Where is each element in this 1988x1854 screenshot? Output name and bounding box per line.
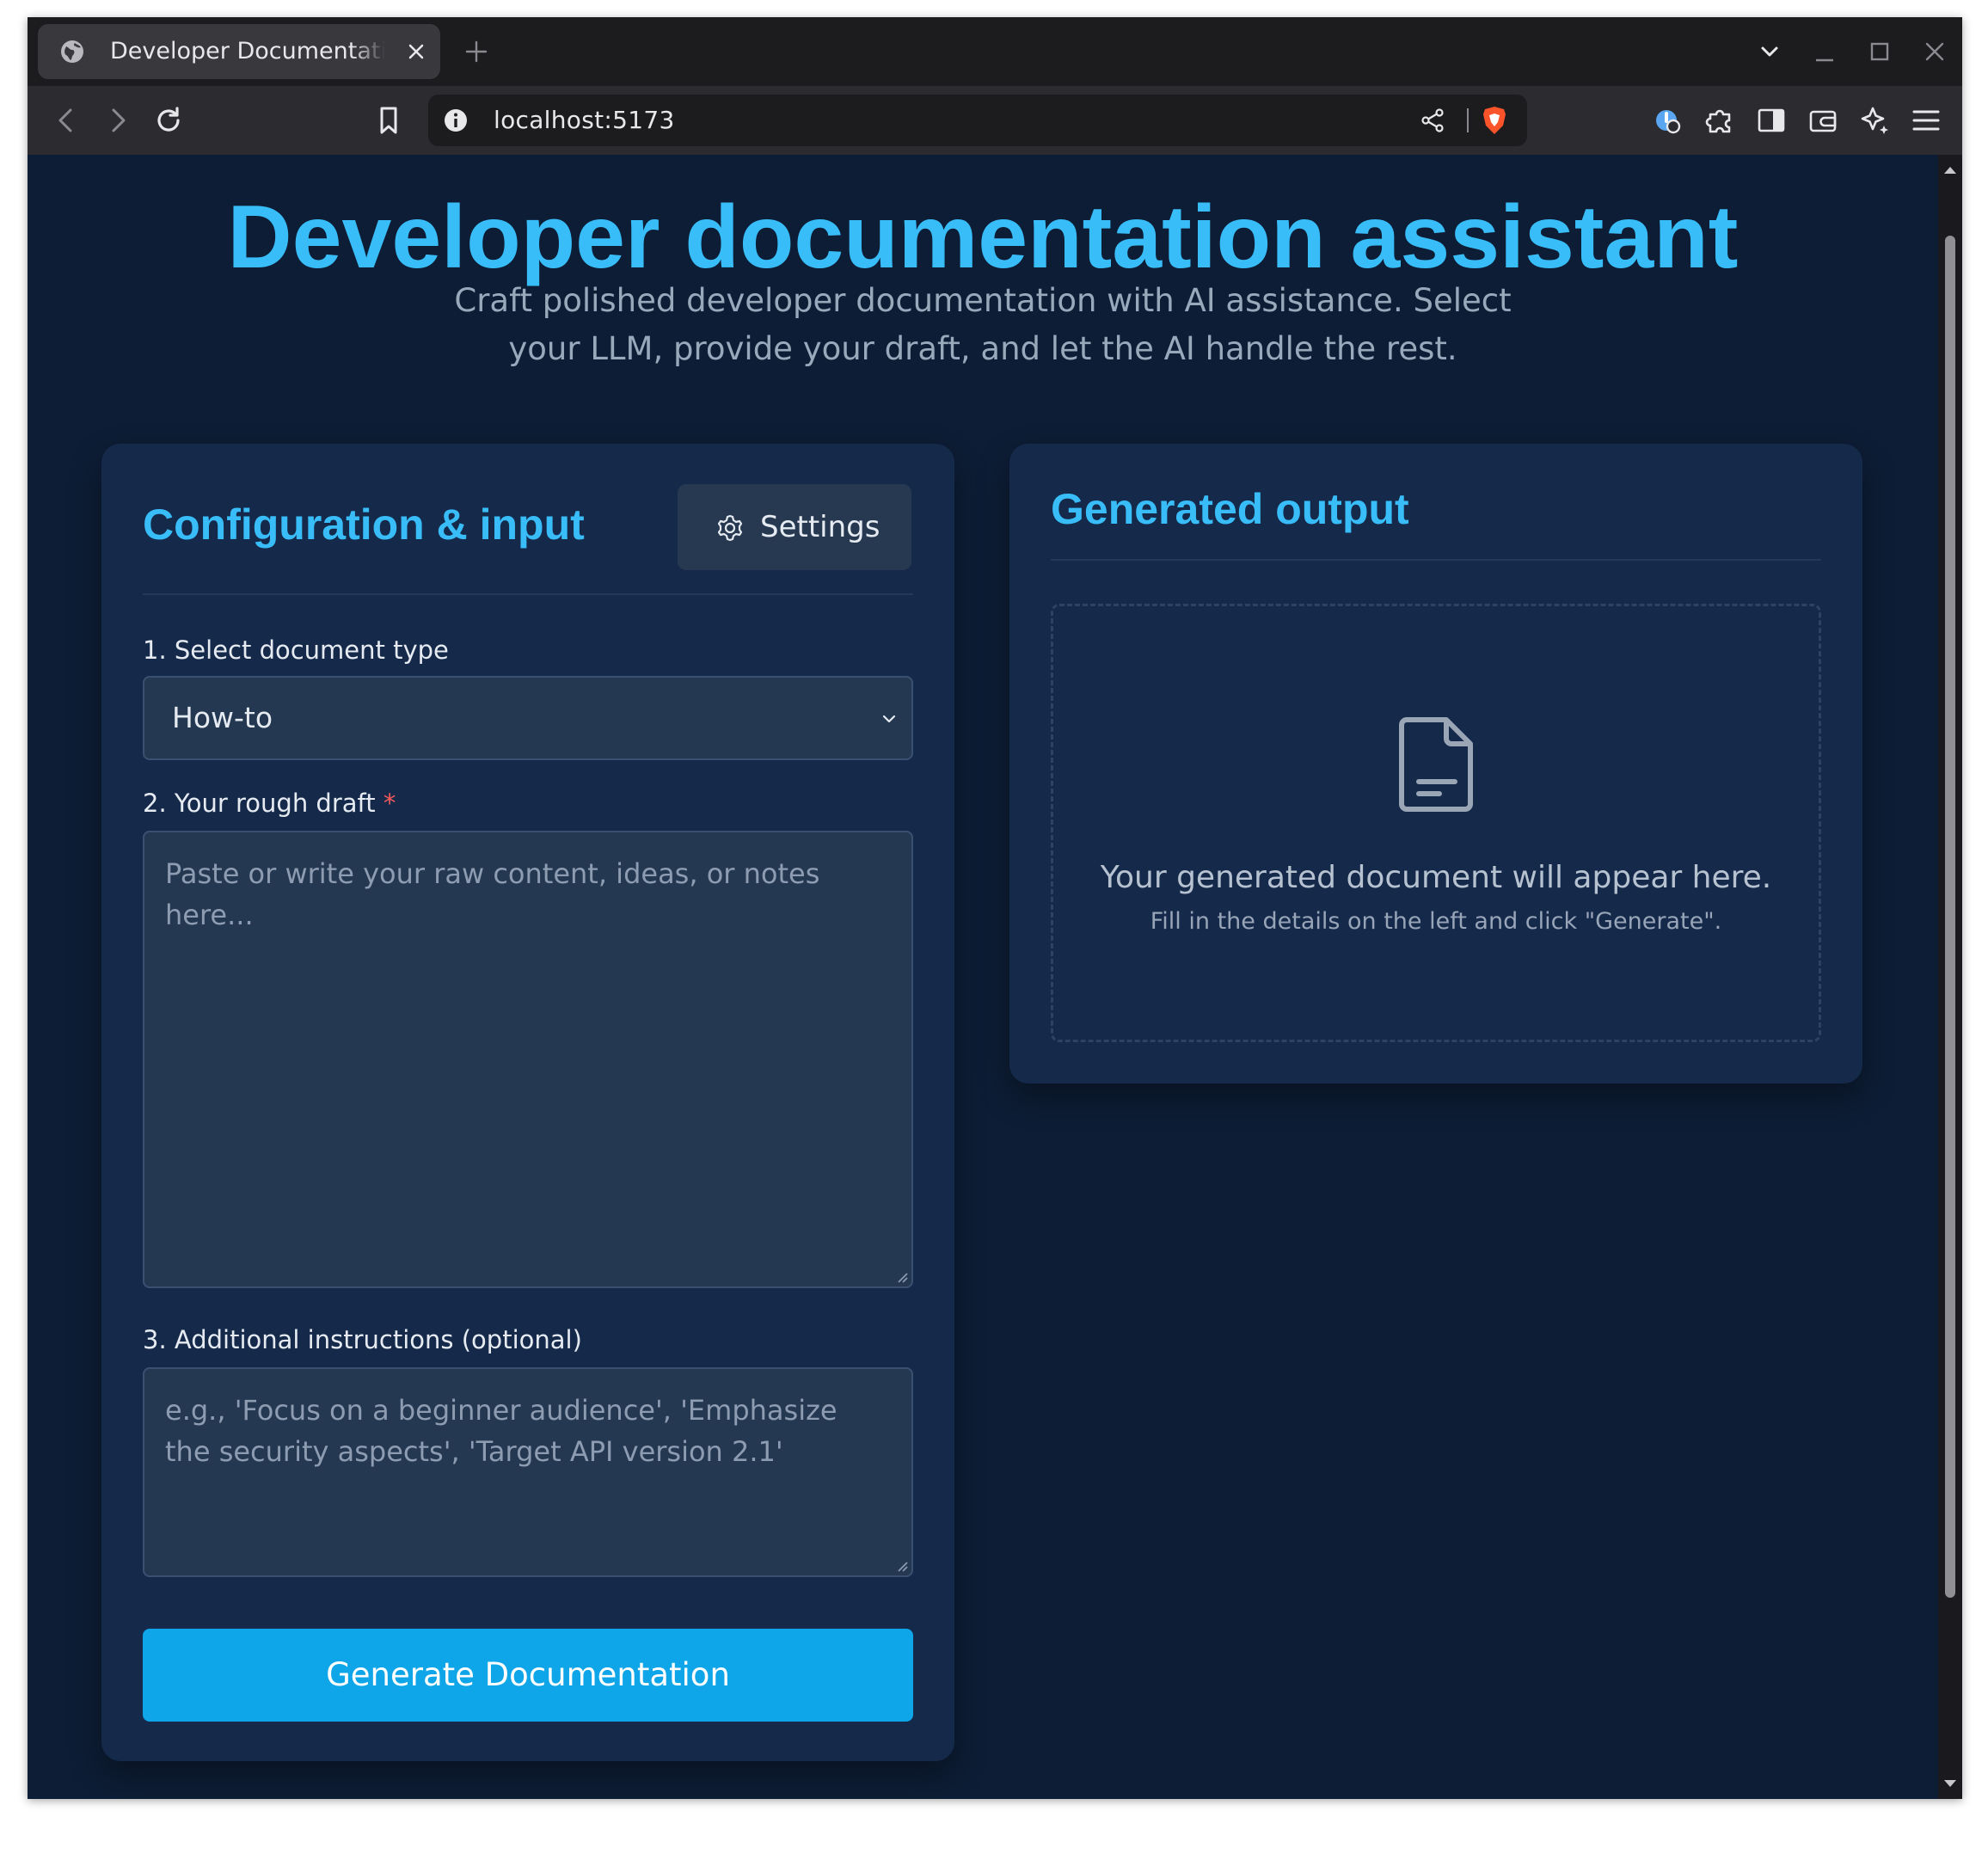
output-empty-message: Your generated document will appear here… bbox=[1100, 860, 1772, 895]
browser-toolbar: localhost:5173 bbox=[28, 86, 1962, 155]
leo-icon[interactable] bbox=[1857, 103, 1892, 138]
address-bar[interactable]: localhost:5173 bbox=[428, 95, 1527, 146]
required-marker: * bbox=[383, 789, 396, 818]
instructions-label: 3. Additional instructions (optional) bbox=[143, 1325, 582, 1354]
gear-icon bbox=[717, 514, 743, 542]
menu-icon[interactable] bbox=[1909, 103, 1943, 138]
url-text: localhost:5173 bbox=[494, 106, 675, 134]
brave-shield-icon[interactable] bbox=[1477, 103, 1512, 138]
sidebar-icon[interactable] bbox=[1754, 103, 1789, 138]
instructions-textarea[interactable]: e.g., 'Focus on a beginner audience', 'E… bbox=[143, 1367, 913, 1577]
reload-icon[interactable] bbox=[151, 103, 186, 138]
puzzle-icon[interactable] bbox=[1703, 103, 1737, 138]
generate-button[interactable]: Generate Documentation bbox=[143, 1629, 913, 1722]
minimize-icon[interactable] bbox=[1811, 38, 1838, 65]
generate-label: Generate Documentation bbox=[326, 1656, 730, 1693]
share-icon[interactable] bbox=[1419, 107, 1446, 134]
doc-type-select[interactable]: How-to bbox=[143, 676, 913, 760]
bookmark-icon[interactable] bbox=[371, 103, 406, 138]
draft-textarea[interactable]: Paste or write your raw content, ideas, … bbox=[143, 831, 913, 1288]
page-content: Developer documentation assistant Craft … bbox=[28, 155, 1938, 1799]
configuration-card: Configuration & input Settings 1. Select… bbox=[101, 444, 954, 1761]
page-title: Developer documentation assistant bbox=[227, 187, 1739, 287]
draft-placeholder: Paste or write your raw content, ideas, … bbox=[165, 857, 820, 931]
settings-label: Settings bbox=[760, 510, 880, 544]
chevron-down-icon[interactable] bbox=[1756, 38, 1783, 65]
doc-type-value: How-to bbox=[172, 701, 273, 734]
close-icon[interactable] bbox=[406, 41, 426, 62]
close-icon[interactable] bbox=[1921, 38, 1948, 65]
extension-icon[interactable] bbox=[1651, 103, 1685, 138]
draft-label: 2. Your rough draft * bbox=[143, 788, 396, 819]
back-icon[interactable] bbox=[50, 103, 84, 138]
output-placeholder-box: Your generated document will appear here… bbox=[1051, 604, 1821, 1042]
page-subtitle: Craft polished developer documentation w… bbox=[454, 282, 1512, 367]
chevron-down-icon bbox=[882, 715, 896, 723]
url-separator bbox=[1467, 108, 1469, 132]
tab-title: Developer Documentation bbox=[110, 36, 385, 67]
document-icon bbox=[1399, 717, 1473, 812]
output-empty-hint: Fill in the details on the left and clic… bbox=[1150, 908, 1722, 935]
browser-tab[interactable]: Developer Documentation bbox=[38, 24, 440, 79]
info-icon[interactable] bbox=[442, 107, 469, 134]
resize-handle-icon[interactable] bbox=[896, 1271, 908, 1283]
forward-icon[interactable] bbox=[100, 103, 134, 138]
settings-button[interactable]: Settings bbox=[678, 484, 911, 570]
page-scrollbar[interactable] bbox=[1938, 155, 1962, 1799]
scroll-thumb[interactable] bbox=[1945, 236, 1955, 1598]
doc-type-label: 1. Select document type bbox=[143, 635, 449, 665]
draft-label-text: 2. Your rough draft bbox=[143, 789, 376, 818]
plus-icon[interactable] bbox=[464, 40, 488, 64]
output-divider bbox=[1051, 559, 1821, 561]
tab-strip: Developer Documentation bbox=[28, 17, 1962, 86]
scroll-down-arrow[interactable] bbox=[1944, 1780, 1956, 1787]
configuration-title: Configuration & input bbox=[143, 500, 585, 549]
instructions-placeholder: e.g., 'Focus on a beginner audience', 'E… bbox=[165, 1394, 838, 1468]
output-card: Generated output Your generated document… bbox=[1009, 444, 1862, 1084]
resize-handle-icon[interactable] bbox=[896, 1560, 908, 1572]
wallet-icon[interactable] bbox=[1806, 103, 1840, 138]
maximize-icon[interactable] bbox=[1866, 38, 1893, 65]
browser-window: Developer Documentation bbox=[28, 17, 1962, 1799]
globe-icon bbox=[61, 40, 83, 63]
output-title: Generated output bbox=[1051, 485, 1409, 533]
scroll-up-arrow[interactable] bbox=[1944, 167, 1956, 174]
config-divider bbox=[143, 593, 913, 595]
